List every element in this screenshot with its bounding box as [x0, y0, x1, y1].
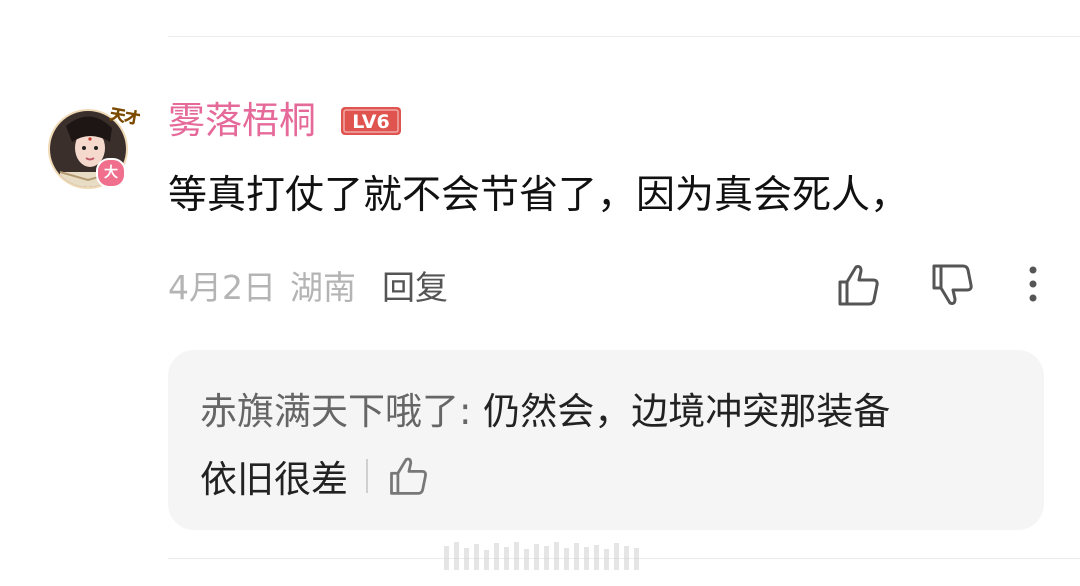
- top-divider: [168, 36, 1080, 37]
- thumbs-up-icon[interactable]: [834, 262, 882, 308]
- avatar-circle-badge: 大: [96, 158, 126, 188]
- sub-reply-line: 赤旗满天下哦了: 仍然会，边境冲突那装备: [200, 386, 890, 438]
- sub-reply-author[interactable]: 赤旗满天下哦了:: [200, 390, 471, 433]
- sub-reply-line-2: 依旧很差: [200, 450, 430, 502]
- comment-date: 4月2日: [168, 268, 276, 307]
- level-badge: LV6: [340, 106, 402, 136]
- username[interactable]: 雾落梧桐: [168, 96, 316, 146]
- sub-reply-box[interactable]: 赤旗满天下哦了: 仍然会，边境冲突那装备 依旧很差: [168, 350, 1044, 530]
- reply-button[interactable]: 回复: [382, 261, 448, 309]
- level-badge-text: LV6: [352, 111, 389, 133]
- thumbs-down-icon[interactable]: [928, 262, 976, 308]
- comment-location: 湖南: [290, 268, 356, 307]
- more-vertical-icon[interactable]: [1020, 262, 1046, 308]
- thumbs-up-icon[interactable]: [386, 454, 430, 498]
- sub-reply-text: 仍然会，边境冲突那装备: [471, 390, 891, 433]
- sub-reply-text-cont: 依旧很差: [200, 458, 348, 501]
- comment-meta: 4月2日 湖南 回复: [168, 262, 448, 308]
- comment-text: 等真打仗了就不会节省了，因为真会死人，: [168, 173, 910, 218]
- avatar[interactable]: 天才 大: [46, 106, 140, 192]
- sub-reply-separator: [366, 459, 368, 493]
- watermark-image: [438, 540, 650, 574]
